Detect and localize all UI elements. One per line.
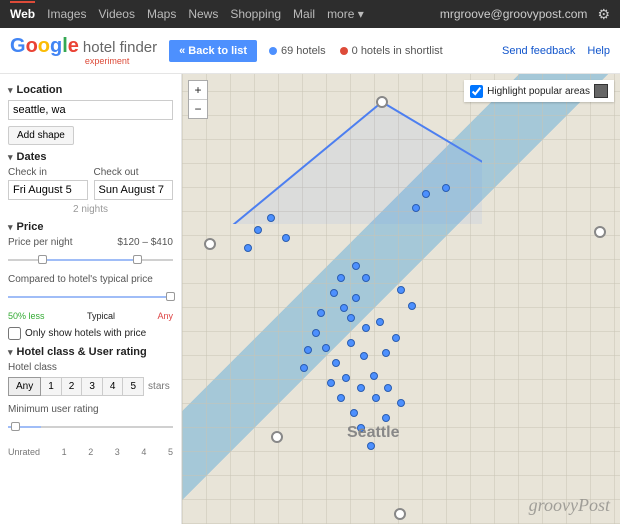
shape-handle[interactable]	[594, 226, 606, 238]
checkin-input[interactable]	[8, 180, 88, 200]
compare-slider[interactable]	[8, 291, 173, 303]
watermark: groovyPost	[529, 495, 610, 516]
city-label: Seattle	[347, 424, 399, 442]
hotel-marker[interactable]	[362, 324, 370, 332]
hotel-marker[interactable]	[350, 409, 358, 417]
user-email[interactable]: mrgroove@groovypost.com	[440, 7, 588, 21]
topbar-item[interactable]: Shopping	[230, 7, 281, 21]
logo: Google hotel finder experiment	[10, 35, 157, 66]
compared-label: Compared to hotel's typical price	[8, 274, 173, 285]
add-shape-button[interactable]: Add shape	[8, 126, 74, 145]
hotel-marker[interactable]	[372, 394, 380, 402]
hotel-marker[interactable]	[408, 302, 416, 310]
hotel-marker[interactable]	[397, 286, 405, 294]
highlight-toggle-icon[interactable]	[594, 84, 608, 98]
price-range: $120 – $410	[117, 237, 173, 248]
hotel-class-label: Hotel class	[8, 362, 173, 373]
section-location[interactable]: Location	[8, 84, 173, 96]
shape-handle[interactable]	[394, 508, 406, 520]
section-price[interactable]: Price	[8, 221, 173, 233]
hotel-marker[interactable]	[352, 294, 360, 302]
hotel-marker[interactable]	[352, 262, 360, 270]
back-to-list-button[interactable]: « Back to list	[169, 40, 257, 62]
shape-handle[interactable]	[271, 431, 283, 443]
only-with-price-checkbox[interactable]	[8, 327, 21, 340]
hotel-marker[interactable]	[397, 399, 405, 407]
hotel-marker[interactable]	[442, 184, 450, 192]
checkout-input[interactable]	[94, 180, 174, 200]
price-slider[interactable]	[8, 254, 173, 266]
hotel-marker[interactable]	[370, 372, 378, 380]
section-dates[interactable]: Dates	[8, 151, 173, 163]
topbar-item[interactable]: more ▾	[327, 7, 364, 21]
gear-icon[interactable]: ⚙	[597, 6, 610, 23]
map-canvas[interactable]: + − Highlight popular areas Seattle groo…	[182, 74, 620, 524]
hotel-marker[interactable]	[367, 442, 375, 450]
hotel-marker[interactable]	[317, 309, 325, 317]
nights-label: 2 nights	[8, 204, 173, 215]
help-link[interactable]: Help	[587, 45, 610, 57]
hotel-marker[interactable]	[300, 364, 308, 372]
rating-slider[interactable]	[8, 421, 173, 433]
hotel-marker[interactable]	[312, 329, 320, 337]
location-input[interactable]	[8, 100, 173, 120]
hotel-marker[interactable]	[382, 349, 390, 357]
star-filter-any[interactable]: Any	[8, 377, 41, 396]
hotel-marker[interactable]	[337, 274, 345, 282]
hotel-marker[interactable]	[267, 214, 275, 222]
section-rating[interactable]: Hotel class & User rating	[8, 346, 173, 358]
hotel-marker[interactable]	[357, 384, 365, 392]
hotel-marker[interactable]	[304, 346, 312, 354]
hotel-marker[interactable]	[282, 234, 290, 242]
shape-handle[interactable]	[204, 238, 216, 250]
only-with-price-label: Only show hotels with price	[25, 328, 146, 339]
checkout-label: Check out	[94, 167, 174, 178]
star-filter-1[interactable]: 1	[40, 377, 62, 396]
min-rating-label: Minimum user rating	[8, 404, 173, 415]
hotel-marker[interactable]	[322, 344, 330, 352]
hotel-marker[interactable]	[384, 384, 392, 392]
star-filter-5[interactable]: 5	[122, 377, 144, 396]
send-feedback-link[interactable]: Send feedback	[502, 45, 575, 57]
hotel-marker[interactable]	[422, 190, 430, 198]
topbar-item[interactable]: Images	[47, 7, 86, 21]
topbar-item[interactable]: Mail	[293, 7, 315, 21]
hotel-marker[interactable]	[330, 289, 338, 297]
hotel-marker[interactable]	[347, 314, 355, 322]
hotels-count: 69 hotels	[269, 45, 326, 57]
hotel-marker[interactable]	[332, 359, 340, 367]
star-filter-2[interactable]: 2	[61, 377, 83, 396]
hotel-marker[interactable]	[360, 352, 368, 360]
hotel-marker[interactable]	[254, 226, 262, 234]
hotel-marker[interactable]	[340, 304, 348, 312]
shape-handle[interactable]	[376, 96, 388, 108]
hotel-marker[interactable]	[382, 414, 390, 422]
hotel-marker[interactable]	[362, 274, 370, 282]
hotel-marker[interactable]	[376, 318, 384, 326]
shortlist-count: 0 hotels in shortlist	[340, 45, 443, 57]
star-filter-3[interactable]: 3	[81, 377, 103, 396]
hotel-marker[interactable]	[347, 339, 355, 347]
star-filter-4[interactable]: 4	[102, 377, 124, 396]
hotel-marker[interactable]	[337, 394, 345, 402]
hotel-marker[interactable]	[412, 204, 420, 212]
hotel-marker[interactable]	[244, 244, 252, 252]
hotel-marker[interactable]	[327, 379, 335, 387]
price-per-night-label: Price per night	[8, 237, 72, 248]
hotel-marker[interactable]	[392, 334, 400, 342]
topbar-item[interactable]: Maps	[147, 7, 176, 21]
highlight-label: Highlight popular areas	[487, 86, 590, 97]
topbar-item[interactable]: Videos	[98, 7, 134, 21]
topbar-item[interactable]: News	[188, 7, 218, 21]
checkin-label: Check in	[8, 167, 88, 178]
hotel-marker[interactable]	[342, 374, 350, 382]
topbar-item[interactable]: Web	[10, 1, 35, 21]
